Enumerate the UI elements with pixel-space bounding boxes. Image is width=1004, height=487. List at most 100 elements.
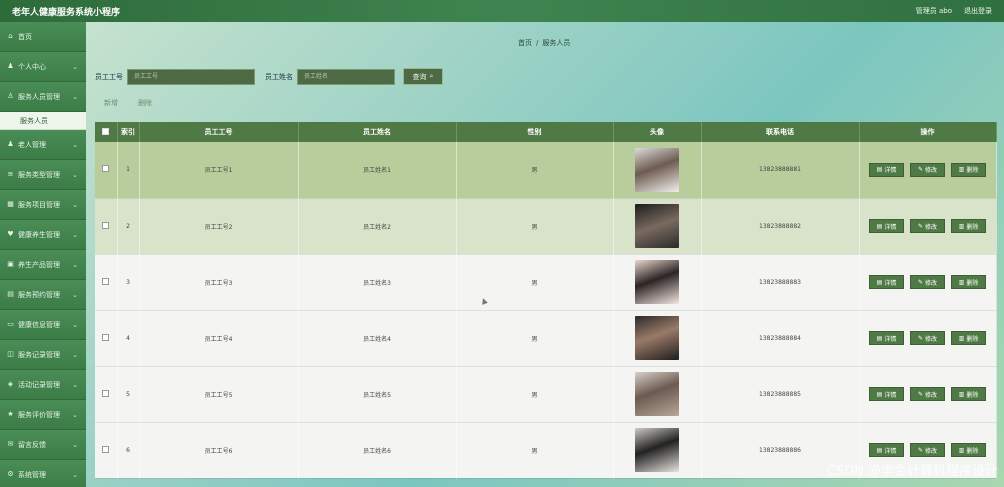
delete-button[interactable]: ▥ 删除: [951, 387, 986, 401]
action-row: 新增 删除: [104, 98, 152, 108]
sidebar: ⌂ 首页 ♟ 个人中心 ⌄ ♙ 服务人员管理 ⌄ 服务人员 ♟ 老人管理 ⌄ ≡ 服务类型管理 ⌄ ▦ 服务项目…: [0, 22, 86, 487]
add-button[interactable]: 新增: [104, 98, 118, 108]
delete-button[interactable]: ▥ 删除: [951, 275, 986, 289]
row-checkbox[interactable]: [102, 445, 110, 453]
edit-icon: ✎: [917, 334, 923, 342]
breadcrumb-separator: /: [536, 39, 539, 47]
edit-button[interactable]: ✎ 修改: [910, 443, 945, 457]
sidebar-item-left: ♟ 老人管理: [7, 140, 46, 150]
edit-icon: ✎: [917, 390, 923, 398]
logout-link[interactable]: 退出登录: [964, 6, 992, 16]
grid-icon: ▦: [7, 200, 14, 208]
detail-label: 详情: [884, 447, 897, 455]
avatar[interactable]: [635, 204, 679, 248]
detail-icon: ▤: [876, 390, 883, 398]
detail-button[interactable]: ▤ 详情: [869, 162, 904, 177]
edit-button[interactable]: ✎ 修改: [910, 275, 945, 289]
delete-button[interactable]: ▥ 删除: [951, 219, 986, 233]
row-name: 员工姓名4: [298, 310, 457, 367]
chevron-down-icon: ⌄: [72, 140, 78, 149]
table-row[interactable]: 4 员工工号4 员工姓名4 男 13823888884 ▤ 详情 ✎ 修改 ▥ 删除: [95, 310, 997, 367]
sidebar-item-label: 服务项目管理: [18, 200, 60, 209]
sidebar-item-2[interactable]: ♙ 服务人员管理 ⌄: [0, 82, 86, 112]
emp-no-input[interactable]: [127, 68, 255, 85]
select-all-cell: [95, 122, 118, 142]
trash-icon: ▥: [958, 390, 965, 398]
col-index: 索引: [117, 122, 140, 142]
row-emp-no: 员工工号4: [139, 310, 299, 367]
sidebar-item-14[interactable]: ⚙ 系统管理 ⌄: [0, 460, 86, 487]
row-phone: 13823888884: [701, 310, 860, 367]
sidebar-item-7[interactable]: ▣ 养生产品管理 ⌄: [0, 250, 86, 280]
sidebar-item-1[interactable]: ♟ 个人中心 ⌄: [0, 52, 86, 82]
avatar[interactable]: [635, 316, 679, 360]
edit-label: 修改: [925, 335, 938, 343]
edit-button[interactable]: ✎ 修改: [910, 219, 945, 233]
sidebar-item-5[interactable]: ▦ 服务项目管理 ⌄: [0, 190, 86, 220]
row-name: 员工姓名1: [298, 142, 457, 199]
edit-button[interactable]: ✎ 修改: [910, 331, 945, 345]
chevron-down-icon: ⌄: [72, 230, 78, 239]
avatar[interactable]: [635, 260, 679, 304]
gear-icon: ⚙: [7, 470, 14, 478]
breadcrumb-current: 服务人员: [542, 39, 571, 47]
detail-button[interactable]: ▤ 详情: [869, 219, 904, 233]
row-checkbox[interactable]: [102, 277, 110, 285]
sidebar-item-3[interactable]: ♟ 老人管理 ⌄: [0, 130, 86, 160]
col-gender: 性别: [456, 122, 614, 142]
sidebar-item-left: ♥ 健康养生管理: [7, 230, 60, 240]
avatar[interactable]: [635, 372, 679, 416]
avatar[interactable]: [635, 147, 679, 192]
search-icon: ⌕: [429, 72, 434, 80]
table-row[interactable]: 1 员工工号1 员工姓名1 男 13823888881 ▤ 详情 ✎ 修改 ▥ 删除: [95, 142, 997, 199]
trash-icon: ▥: [958, 446, 965, 454]
batch-delete-button[interactable]: 删除: [138, 98, 152, 108]
sidebar-item-label: 个人中心: [18, 62, 46, 71]
sidebar-item-0[interactable]: ⌂ 首页: [0, 22, 86, 52]
row-checkbox[interactable]: [102, 221, 110, 229]
edit-button[interactable]: ✎ 修改: [910, 387, 945, 401]
table-row[interactable]: 2 员工工号2 员工姓名2 男 13823888882 ▤ 详情 ✎ 修改 ▥ 删除: [95, 198, 997, 255]
watermark: CSDN @李会计算机程序设计: [826, 464, 998, 479]
emp-name-input[interactable]: [297, 68, 395, 85]
detail-button[interactable]: ▤ 详情: [869, 331, 904, 345]
sidebar-item-13[interactable]: ✉ 留言反馈 ⌄: [0, 430, 86, 460]
delete-button[interactable]: ▥ 删除: [951, 162, 986, 177]
edit-icon: ✎: [917, 446, 923, 454]
sidebar-item-8[interactable]: ▤ 服务预约管理 ⌄: [0, 280, 86, 310]
edit-label: 修改: [925, 167, 938, 175]
detail-button[interactable]: ▤ 详情: [869, 387, 904, 401]
top-bar: 老年人健康服务系统小程序 管理员 abo 退出登录: [0, 0, 1004, 22]
sidebar-subitem-staff[interactable]: 服务人员: [0, 112, 86, 130]
sidebar-item-4[interactable]: ≡ 服务类型管理 ⌄: [0, 160, 86, 190]
select-all-checkbox[interactable]: [102, 127, 110, 135]
detail-button[interactable]: ▤ 详情: [869, 443, 904, 457]
row-checkbox[interactable]: [102, 333, 110, 341]
search-button-label: 查询: [412, 72, 427, 81]
delete-label: 删除: [966, 167, 979, 175]
row-phone: 13823888882: [701, 198, 860, 255]
sidebar-item-12[interactable]: ★ 服务评价管理 ⌄: [0, 400, 86, 430]
sidebar-item-9[interactable]: ▭ 健康信息管理 ⌄: [0, 310, 86, 340]
detail-button[interactable]: ▤ 详情: [869, 275, 904, 289]
sidebar-item-label: 服务预约管理: [18, 290, 60, 299]
sidebar-item-11[interactable]: ◈ 活动记录管理 ⌄: [0, 370, 86, 400]
star-icon: ★: [7, 410, 14, 418]
delete-button[interactable]: ▥ 删除: [951, 331, 986, 345]
avatar[interactable]: [635, 428, 679, 472]
row-checkbox[interactable]: [102, 165, 110, 173]
current-user-label: 管理员 abo: [915, 7, 952, 15]
sidebar-item-10[interactable]: ◫ 服务记录管理 ⌄: [0, 340, 86, 370]
breadcrumb-home[interactable]: 首页: [518, 39, 532, 47]
table-row[interactable]: 3 员工工号3 员工姓名3 男 13823888883 ▤ 详情 ✎ 修改 ▥ 删除: [95, 254, 997, 311]
row-phone: 13823888883: [701, 254, 860, 311]
delete-label: 删除: [966, 391, 979, 399]
table-row[interactable]: 5 员工工号5 员工姓名5 男 13823888885 ▤ 详情 ✎ 修改 ▥ 删除: [95, 366, 997, 423]
sidebar-item-6[interactable]: ♥ 健康养生管理 ⌄: [0, 220, 86, 250]
col-actions: 操作: [859, 122, 997, 142]
search-button[interactable]: 查询 ⌕: [403, 68, 443, 85]
list-icon: ≡: [7, 170, 14, 178]
delete-button[interactable]: ▥ 删除: [951, 443, 986, 457]
row-checkbox[interactable]: [102, 389, 110, 397]
edit-button[interactable]: ✎ 修改: [910, 162, 945, 177]
